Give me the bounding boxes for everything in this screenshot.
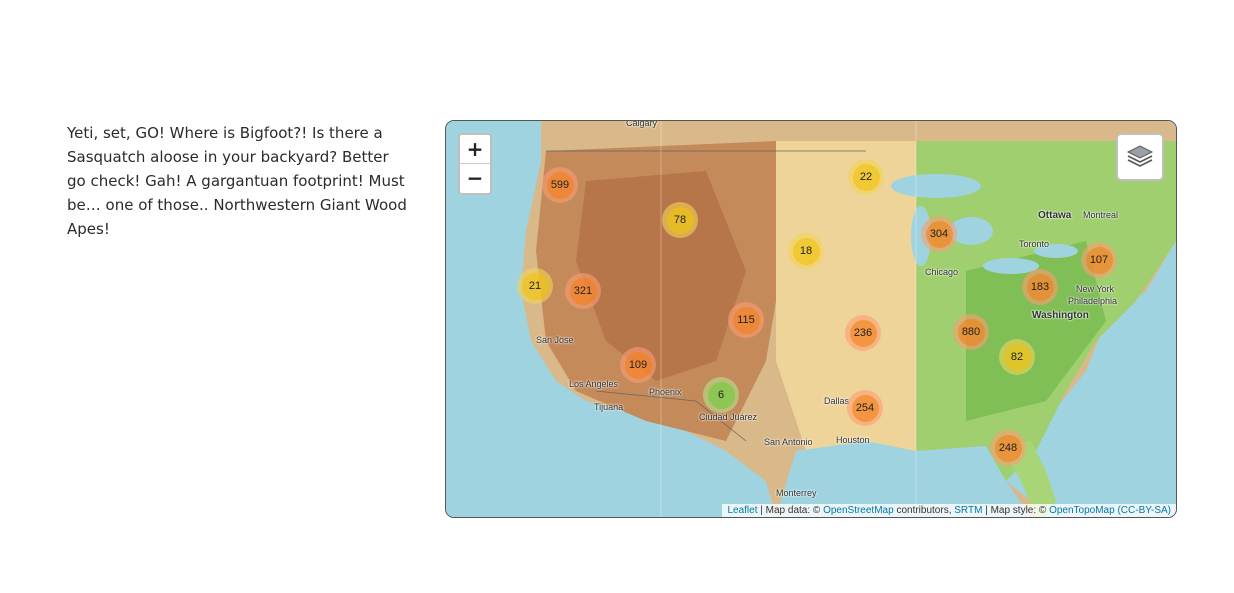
marker-cluster[interactable]: 21: [517, 268, 553, 304]
cluster-count: 78: [666, 206, 694, 234]
marker-cluster[interactable]: 82: [999, 339, 1035, 375]
place-label: Toronto: [1019, 239, 1050, 249]
place-label: Tijuana: [594, 402, 624, 412]
place-label: Phoenix: [649, 387, 682, 397]
place-label: New York: [1076, 284, 1115, 294]
marker-cluster[interactable]: 6: [703, 377, 739, 413]
cluster-count: 107: [1085, 246, 1113, 274]
place-label: Chicago: [925, 267, 959, 277]
marker-cluster[interactable]: 107: [1081, 242, 1117, 278]
srtm-link[interactable]: SRTM: [954, 505, 982, 516]
cluster-count: 109: [624, 351, 652, 379]
place-label: San Antonio: [764, 437, 813, 447]
cluster-count: 880: [957, 318, 985, 346]
marker-cluster[interactable]: 183: [1022, 269, 1058, 305]
layers-icon: [1126, 145, 1154, 167]
osm-link[interactable]: OpenStreetMap: [823, 505, 894, 516]
cluster-count: 6: [707, 381, 735, 409]
marker-cluster[interactable]: 880: [953, 314, 989, 350]
cluster-count: 599: [546, 171, 574, 199]
license-link[interactable]: (CC-BY-SA): [1117, 505, 1171, 516]
marker-cluster[interactable]: 599: [542, 167, 578, 203]
place-label: Ottawa: [1038, 210, 1072, 221]
intro-text: Yeti, set, GO! Where is Bigfoot?! Is the…: [67, 124, 407, 238]
cluster-count: 236: [849, 319, 877, 347]
cluster-count: 321: [569, 277, 597, 305]
place-label: Montreal: [1083, 210, 1119, 220]
marker-cluster[interactable]: 321: [565, 273, 601, 309]
cluster-count: 183: [1026, 273, 1054, 301]
marker-cluster[interactable]: 18: [788, 233, 824, 269]
place-label: Houston: [836, 435, 870, 445]
marker-cluster[interactable]: 248: [990, 430, 1026, 466]
cluster-count: 304: [925, 220, 953, 248]
marker-cluster[interactable]: 254: [847, 390, 883, 426]
attribution-text: | Map data: ©: [757, 505, 824, 516]
attribution-text: contributors,: [893, 505, 955, 516]
attribution-text: | Map style: ©: [982, 505, 1050, 516]
bigfoot-map[interactable]: Calgary Ottawa Montreal Toronto Chicago …: [445, 120, 1177, 518]
marker-cluster[interactable]: 115: [728, 302, 764, 338]
zoom-out-button[interactable]: −: [460, 163, 490, 192]
place-label: Monterrey: [776, 488, 817, 498]
map-attribution: Leaflet | Map data: © OpenStreetMap cont…: [722, 504, 1176, 517]
cluster-count: 254: [851, 394, 879, 422]
marker-cluster[interactable]: 236: [845, 315, 881, 351]
cluster-count: 22: [852, 163, 880, 191]
place-label: Washington: [1032, 310, 1089, 321]
zoom-control: + −: [458, 133, 492, 195]
opentopomap-link[interactable]: OpenTopoMap: [1049, 505, 1115, 516]
place-label: Los Angeles: [569, 379, 619, 389]
cluster-count: 21: [521, 272, 549, 300]
place-label: Calgary: [626, 120, 658, 128]
place-label: Ciudad Juárez: [699, 412, 758, 422]
cluster-count: 248: [994, 434, 1022, 462]
cluster-count: 18: [792, 237, 820, 265]
marker-cluster[interactable]: 78: [662, 202, 698, 238]
marker-cluster[interactable]: 109: [620, 347, 656, 383]
cluster-count: 115: [732, 306, 760, 334]
layers-control-button[interactable]: [1116, 133, 1164, 181]
place-label: San Jose: [536, 335, 574, 345]
place-label: Dallas: [824, 396, 850, 406]
place-label: Philadelphia: [1068, 296, 1118, 306]
cluster-count: 82: [1003, 343, 1031, 371]
leaflet-link[interactable]: Leaflet: [727, 505, 757, 516]
marker-cluster[interactable]: 22: [848, 159, 884, 195]
marker-cluster[interactable]: 304: [921, 216, 957, 252]
zoom-in-button[interactable]: +: [460, 135, 490, 163]
